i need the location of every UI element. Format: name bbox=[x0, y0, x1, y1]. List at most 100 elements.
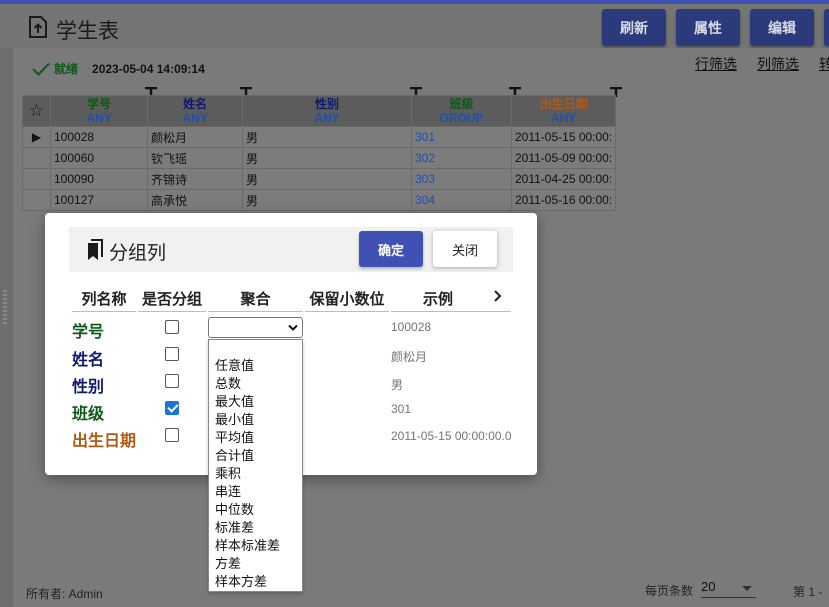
group-checkbox-id[interactable] bbox=[165, 320, 179, 334]
aggregate-option[interactable]: 任意值 bbox=[209, 357, 302, 375]
column-header-label: 出生日期 bbox=[539, 97, 588, 111]
column-header-class[interactable]: 班级 GROUP bbox=[411, 95, 512, 127]
aggregate-option[interactable]: 最大值 bbox=[209, 393, 302, 411]
cell-name[interactable]: 高承悦 bbox=[147, 189, 243, 211]
column-header-aggregate: ANY bbox=[314, 111, 340, 125]
column-filter-link[interactable]: 列筛选 bbox=[757, 54, 799, 74]
transpose-link[interactable]: 转 bbox=[819, 54, 829, 74]
group-checkbox-name[interactable] bbox=[165, 347, 179, 361]
aggregate-option[interactable]: 乘积 bbox=[209, 465, 302, 483]
aggregate-option[interactable]: 标准差 bbox=[209, 519, 302, 537]
field-name-gender: 性别 bbox=[72, 379, 105, 396]
more-button[interactable] bbox=[824, 9, 829, 46]
table-row[interactable]: 100127 高承悦 男 304 2011-05-16 00:00: bbox=[22, 189, 617, 211]
chevron-down-icon bbox=[288, 324, 298, 331]
divider bbox=[72, 311, 136, 312]
group-checkbox-gender[interactable] bbox=[165, 374, 179, 388]
header-example: 示例 bbox=[422, 291, 453, 308]
column-header-label: 性别 bbox=[314, 97, 339, 111]
cell-class[interactable]: 302 bbox=[411, 147, 512, 169]
field-name-id: 学号 bbox=[72, 324, 105, 341]
per-page-value: 20 bbox=[701, 579, 716, 594]
table-row[interactable]: 100090 齐锦诗 男 303 2011-04-25 00:00: bbox=[22, 168, 617, 190]
aggregate-select[interactable] bbox=[208, 317, 303, 338]
row-selector[interactable] bbox=[22, 168, 51, 190]
cell-birthdate[interactable]: 2011-05-16 00:00: bbox=[510, 189, 617, 211]
student-grid: ☆ 学号 ANY 姓名 ANY 性别 ANY 班级 GROUP 出生日期 ANY bbox=[22, 95, 617, 211]
column-header-birthdate[interactable]: 出生日期 ANY bbox=[510, 95, 617, 127]
bookmarks-icon bbox=[88, 239, 103, 260]
divider bbox=[138, 311, 206, 312]
example-gender: 男 bbox=[391, 378, 404, 392]
header-decimal-places: 保留小数位 bbox=[309, 291, 385, 308]
column-header-gender[interactable]: 性别 ANY bbox=[242, 95, 412, 127]
aggregate-option[interactable] bbox=[209, 340, 302, 357]
close-button[interactable]: 关闭 bbox=[433, 231, 497, 267]
field-name-name: 姓名 bbox=[72, 352, 105, 369]
column-header-aggregate: ANY bbox=[550, 111, 577, 125]
aggregate-option[interactable]: 平均值 bbox=[209, 429, 302, 447]
row-selector[interactable] bbox=[22, 189, 51, 211]
aggregate-option[interactable]: 串连 bbox=[209, 483, 302, 501]
cell-gender[interactable]: 男 bbox=[242, 147, 412, 169]
field-name-birthdate: 出生日期 bbox=[72, 433, 137, 450]
example-birthdate: 2011-05-15 00:00:00.0 bbox=[391, 429, 512, 443]
field-name-class: 班级 bbox=[72, 406, 105, 423]
cell-gender[interactable]: 男 bbox=[242, 189, 412, 211]
per-page-label: 每页条数 bbox=[645, 584, 694, 598]
cell-name[interactable]: 颜松月 bbox=[147, 126, 243, 148]
table-row[interactable]: ▶ 100028 颜松月 男 301 2011-05-15 00:00: bbox=[22, 126, 617, 148]
status-bar: 就绪 2023-05-04 14:09:14 bbox=[32, 60, 205, 77]
properties-button[interactable]: 属性 bbox=[676, 9, 740, 46]
top-links: 行筛选 列筛选 转 bbox=[695, 54, 829, 74]
row-selector[interactable] bbox=[22, 147, 51, 169]
dialog-title: 分组列 bbox=[109, 243, 167, 264]
column-header-name[interactable]: 姓名 ANY bbox=[147, 95, 243, 127]
per-page-select[interactable]: 20 bbox=[701, 579, 756, 598]
cell-id[interactable]: 100060 bbox=[50, 147, 148, 169]
divider bbox=[305, 311, 389, 312]
cell-gender[interactable]: 男 bbox=[242, 168, 412, 190]
divider bbox=[391, 311, 511, 312]
cell-birthdate[interactable]: 2011-05-15 00:00: bbox=[510, 126, 617, 148]
edit-button[interactable]: 编辑 bbox=[750, 9, 814, 46]
cell-id[interactable]: 100090 bbox=[50, 168, 148, 190]
aggregate-option[interactable]: 最小值 bbox=[209, 411, 302, 429]
aggregate-option[interactable]: 样本标准差 bbox=[209, 537, 302, 555]
aggregate-option[interactable]: 总数 bbox=[209, 375, 302, 393]
resize-handle[interactable] bbox=[3, 290, 7, 324]
cell-class[interactable]: 303 bbox=[411, 168, 512, 190]
example-class: 301 bbox=[391, 402, 412, 416]
cell-name[interactable]: 钦飞瑶 bbox=[147, 147, 243, 169]
aggregate-option[interactable]: 中位数 bbox=[209, 501, 302, 519]
current-row-indicator-icon: ▶ bbox=[22, 126, 51, 148]
table-row[interactable]: 100060 钦飞瑶 男 302 2011-05-09 00:00: bbox=[22, 147, 617, 169]
star-icon[interactable]: ☆ bbox=[22, 95, 51, 127]
refresh-button[interactable]: 刷新 bbox=[602, 9, 666, 46]
aggregate-option[interactable]: 合计值 bbox=[209, 447, 302, 465]
group-checkbox-birthdate[interactable] bbox=[165, 428, 179, 442]
column-header-id[interactable]: 学号 ANY bbox=[50, 95, 148, 127]
cell-id[interactable]: 100127 bbox=[50, 189, 148, 211]
cell-class[interactable]: 301 bbox=[411, 126, 512, 148]
cell-class[interactable]: 304 bbox=[411, 189, 512, 211]
group-checkbox-class[interactable] bbox=[165, 401, 179, 415]
divider bbox=[208, 311, 303, 312]
chevron-right-icon[interactable] bbox=[493, 290, 502, 302]
aggregate-option[interactable]: 样本方差 bbox=[209, 573, 302, 591]
page-title: 学生表 bbox=[56, 20, 119, 43]
file-upload-icon bbox=[29, 16, 47, 38]
aggregate-option[interactable]: 方差 bbox=[209, 555, 302, 573]
confirm-button[interactable]: 确定 bbox=[359, 231, 423, 267]
row-filter-link[interactable]: 行筛选 bbox=[695, 54, 737, 74]
cell-name[interactable]: 齐锦诗 bbox=[147, 168, 243, 190]
cell-birthdate[interactable]: 2011-05-09 00:00: bbox=[510, 147, 617, 169]
example-id: 100028 bbox=[391, 320, 432, 334]
cell-gender[interactable]: 男 bbox=[242, 126, 412, 148]
aggregate-dropdown-list: 任意值 总数 最大值 最小值 平均值 合计值 乘积 串连 中位数 标准差 样本标… bbox=[208, 339, 303, 592]
caret-down-icon bbox=[742, 586, 752, 591]
check-icon bbox=[32, 62, 50, 76]
column-header-label: 班级 bbox=[449, 97, 474, 111]
cell-birthdate[interactable]: 2011-04-25 00:00: bbox=[510, 168, 617, 190]
cell-id[interactable]: 100028 bbox=[50, 126, 148, 148]
